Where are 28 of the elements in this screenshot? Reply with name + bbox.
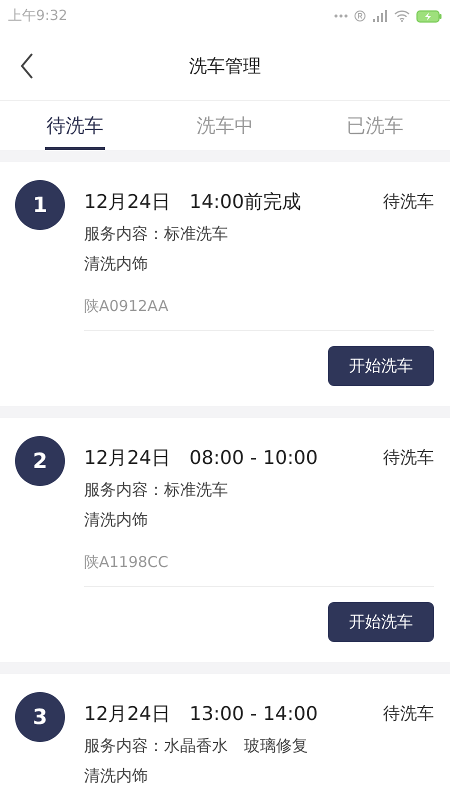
start-wash-button[interactable]: 开始洗车 [328,346,434,386]
signal-icon [372,10,388,22]
registered-icon [354,10,366,22]
order-status: 待洗车 [383,703,434,726]
start-wash-button[interactable]: 开始洗车 [328,602,434,642]
service-extra: 清洗内饰 [84,509,149,531]
back-icon[interactable] [20,53,34,79]
order-number: 1 [15,180,65,230]
order-number: 2 [15,436,65,486]
license-plate: 陕A1198CC [84,552,170,573]
page-title: 洗车管理 [189,55,261,78]
order-status: 待洗车 [383,191,434,214]
more-dots-icon [334,14,348,18]
service-extra: 清洗内饰 [84,765,149,787]
service-extra: 清洗内饰 [84,253,149,275]
order-number: 3 [15,692,65,742]
service-text: 服务内容：标准洗车 [84,223,229,245]
service-text: 服务内容：水晶香水 玻璃修复 [84,735,309,757]
wifi-icon [394,10,410,22]
status-time: 上午9:32 [8,7,68,25]
battery-icon [416,10,442,22]
order-time: 12月24日 08:00 - 10:00 [84,446,318,471]
order-time: 12月24日 13:00 - 14:00 [84,702,318,727]
order-status: 待洗车 [383,447,434,470]
service-text: 服务内容：标准洗车 [84,479,229,501]
license-plate: 陕A0912AA [84,296,170,317]
tab[interactable]: 待洗车 [0,101,150,150]
order-time: 12月24日 14:00前完成 [84,190,302,215]
